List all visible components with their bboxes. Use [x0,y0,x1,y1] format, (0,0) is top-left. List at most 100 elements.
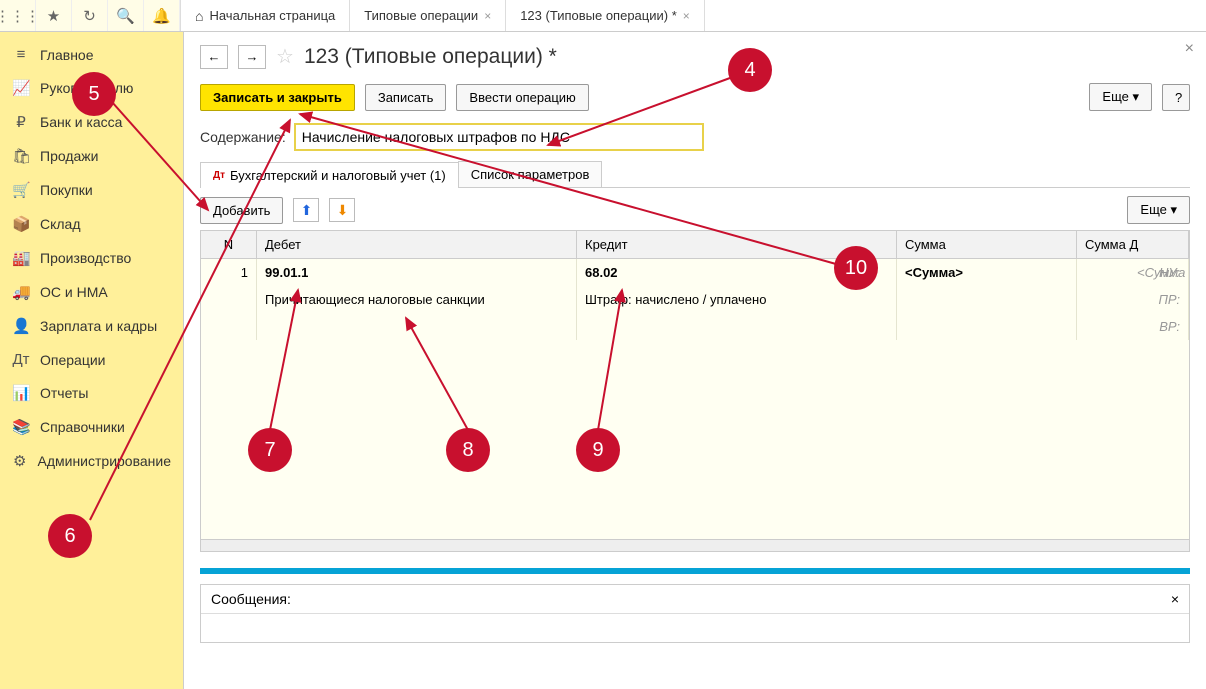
enter-operation-button[interactable]: Ввести операцию [456,84,588,111]
topbar: ⋮⋮⋮ ★ ↻ 🔍 🔔 ⌂ Начальная страница Типовые… [0,0,1206,32]
close-icon[interactable]: × [683,9,690,23]
home-icon: ⌂ [195,8,203,24]
table-row[interactable]: 1 99.01.1 68.02 <Сумма> НУ: [201,259,1189,286]
callout-10: 10 [834,246,878,290]
sidebar-item-os-nma[interactable]: 🚚 ОС и НМА [0,275,183,309]
sidebar-item-operations[interactable]: Дт Операции [0,343,183,376]
table-row[interactable]: ВР: [201,313,1189,340]
dtkt-icon: Дт [12,351,30,368]
grid-toolbar: Добавить ⬆ ⬇ Еще ▾ [200,196,1190,224]
title-row: ← → ☆ 123 (Типовые операции) * × [200,44,1190,69]
favorite-icon[interactable]: ☆ [276,44,294,69]
col-sumd: Сумма Д [1077,231,1189,258]
bell-icon[interactable]: 🔔 [144,0,180,31]
sidebar-item-purchases[interactable]: 🛒Покупки [0,173,183,207]
barchart-icon: 📊 [12,384,30,402]
search-icon[interactable]: 🔍 [108,0,144,31]
tab-home[interactable]: ⌂ Начальная страница [181,0,350,31]
sidebar-item-sales[interactable]: 🛍 Продажи [0,139,183,173]
sidebar-item-warehouse[interactable]: 📦 Склад [0,207,183,241]
sidebar-item-label: ОС и НМА [40,284,108,300]
box-icon: 📦 [12,215,30,233]
star-icon[interactable]: ★ [36,0,72,31]
table-row[interactable]: Причитающиеся налоговые санкции Штраф: н… [201,286,1189,313]
grid-body[interactable]: 1 99.01.1 68.02 <Сумма> НУ: Причитающиес… [201,259,1189,539]
save-button[interactable]: Записать [365,84,447,111]
sidebar-item-admin[interactable]: ⚙ Администрирование [0,444,183,478]
history-icon[interactable]: ↻ [72,0,108,31]
back-button[interactable]: ← [200,45,228,69]
cell-n: 1 [201,259,257,286]
help-button[interactable]: ? [1162,84,1190,111]
sidebar-item-label: Операции [40,352,106,368]
sidebar-item-reports[interactable]: 📊 Отчеты [0,376,183,410]
tab-label: Типовые операции [364,8,478,23]
books-icon: 📚 [12,418,30,436]
tab-typical-ops[interactable]: Типовые операции × [350,0,506,31]
cell-credit-desc: Штраф: начислено / уплачено [577,286,897,313]
sidebar-item-label: Отчеты [40,385,88,401]
messages-label: Сообщения: [211,591,291,607]
chart-icon: 📈 [12,79,30,97]
callout-6: 6 [48,514,92,558]
truck-icon: 🚚 [12,283,30,301]
ruble-icon: ₽ [12,113,30,131]
forward-button[interactable]: → [238,45,266,69]
col-sum: Сумма [897,231,1077,258]
sidebar-item-main[interactable]: ≡Главное [0,38,183,71]
cell-sum: <Сумма> [897,259,1077,286]
callout-5: 5 [72,72,116,116]
cell-debit-desc: Причитающиеся налоговые санкции [257,286,577,313]
cell-pr: ПР: [1077,286,1189,313]
move-down-button[interactable]: ⬇ [329,198,355,222]
tab-123[interactable]: 123 (Типовые операции) * × [506,0,705,31]
subtab-accounting[interactable]: Дт Бухгалтерский и налоговый учет (1) [200,162,459,188]
sidebar-item-salary[interactable]: 👤 Зарплата и кадры [0,309,183,343]
save-close-button[interactable]: Записать и закрыть [200,84,355,111]
bag-icon: 🛍 [12,147,30,165]
col-n: N [201,231,257,258]
subtabs: Дт Бухгалтерский и налоговый учет (1) Сп… [200,161,1190,188]
move-up-button[interactable]: ⬆ [293,198,319,222]
tab-home-label: Начальная страница [209,8,335,23]
accounting-grid: N Дебет Кредит Сумма Сумма Д 1 99.01.1 6… [200,230,1190,552]
sidebar-item-label: Главное [40,47,94,63]
messages-panel: Сообщения: × [200,584,1190,643]
close-icon[interactable]: × [484,9,491,23]
callout-4: 4 [728,48,772,92]
action-bar: Записать и закрыть Записать Ввести опера… [200,83,1190,111]
gear-icon: ⚙ [12,452,28,470]
progress-bar [200,568,1190,574]
tab-label: 123 (Типовые операции) * [520,8,677,23]
sidebar-item-label: Покупки [40,182,93,198]
person-icon: 👤 [12,317,30,335]
sidebar-item-references[interactable]: 📚 Справочники [0,410,183,444]
factory-icon: 🏭 [12,249,30,267]
grid-scrollbar[interactable] [201,539,1189,551]
grid-more-button[interactable]: Еще ▾ [1127,196,1190,224]
grid-header: N Дебет Кредит Сумма Сумма Д [201,231,1189,259]
dt-icon: Дт [213,170,225,181]
add-button[interactable]: Добавить [200,197,283,224]
cell-sumd: <Сумма [1129,259,1189,286]
content: ← → ☆ 123 (Типовые операции) * × Записат… [184,32,1206,689]
close-page-icon[interactable]: × [1185,40,1194,58]
content-input[interactable] [294,123,704,151]
sidebar-item-label: Склад [40,216,81,232]
subtab-label: Список параметров [471,167,590,182]
apps-icon[interactable]: ⋮⋮⋮ [0,0,36,31]
sidebar-item-label: Зарплата и кадры [40,318,157,334]
messages-body [201,614,1189,642]
content-label: Содержание: [200,129,286,145]
sidebar-item-label: Справочники [40,419,125,435]
sidebar-item-label: Продажи [40,148,98,164]
callout-8: 8 [446,428,490,472]
cell-debit-acct: 99.01.1 [257,259,577,286]
more-button[interactable]: Еще ▾ [1089,83,1152,111]
sidebar-item-production[interactable]: 🏭Производство [0,241,183,275]
tabs: ⌂ Начальная страница Типовые операции × … [181,0,705,31]
sidebar-item-label: Администрирование [38,453,172,469]
col-debit: Дебет [257,231,577,258]
subtab-params[interactable]: Список параметров [458,161,603,187]
close-icon[interactable]: × [1171,591,1179,607]
